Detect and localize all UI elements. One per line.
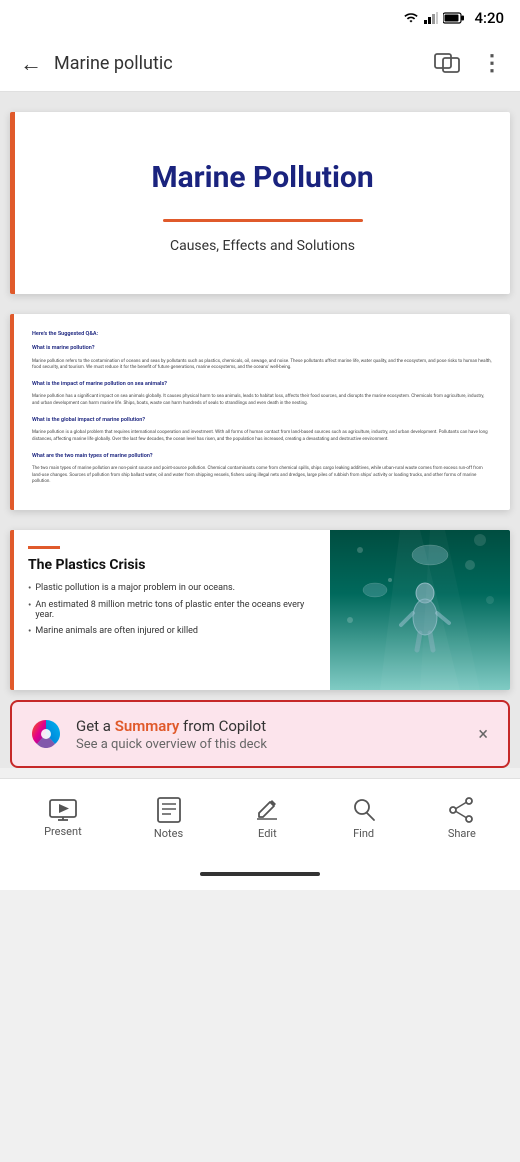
home-indicator xyxy=(0,858,520,890)
share-icon xyxy=(449,797,475,823)
slide-3-image xyxy=(330,530,510,690)
bullet-dot-1: • xyxy=(28,583,31,594)
status-bar: 4:20 xyxy=(0,0,520,36)
slide-2-a2: Marine pollution has a significant impac… xyxy=(32,394,492,408)
notes-icon xyxy=(157,797,181,823)
bullet-dot-3: • xyxy=(28,626,31,637)
bottom-nav-edit-label: Edit xyxy=(258,827,277,840)
bottom-nav-edit[interactable]: Edit xyxy=(243,789,291,848)
slide-2-q3: What is the global impact of marine poll… xyxy=(32,416,492,424)
slide-1-divider xyxy=(163,219,363,222)
more-options-button[interactable]: ⋮ xyxy=(473,43,512,84)
present-icon xyxy=(49,799,77,821)
bottom-nav-find[interactable]: Find xyxy=(340,789,388,848)
slide-3-title: The Plastics Crisis xyxy=(28,557,316,573)
copilot-headline-part1: Get a xyxy=(76,717,115,735)
bottom-nav-present-label: Present xyxy=(44,825,82,838)
copilot-banner[interactable]: Get a Summary from Copilot See a quick o… xyxy=(10,700,510,768)
slide-3: The Plastics Crisis • Plastic pollution … xyxy=(10,530,510,690)
slide-3-bullet-1-text: Plastic pollution is a major problem in … xyxy=(35,583,235,594)
slide-2-wrapper: Here's the Suggested Q&A: What is marine… xyxy=(0,314,520,530)
slide-2-a4: The two main types of marine pollution a… xyxy=(32,466,492,486)
edit-icon xyxy=(255,797,279,823)
slide-1: Marine Pollution Causes, Effects and Sol… xyxy=(10,112,510,294)
bottom-nav-notes[interactable]: Notes xyxy=(142,789,195,848)
document-title: Marine pollutic xyxy=(54,53,425,74)
copilot-headline-part3: from Copilot xyxy=(179,717,266,735)
slide-1-wrapper: Marine Pollution Causes, Effects and Sol… xyxy=(0,92,520,314)
slide-2-q2: What is the impact of marine pollution o… xyxy=(32,380,492,388)
header-actions: ⋮ xyxy=(425,42,512,86)
signal-icon xyxy=(424,12,438,24)
slide-2-a1: Marine pollution refers to the contamina… xyxy=(32,359,492,373)
slide-2-q4: What are the two main types of marine po… xyxy=(32,452,492,460)
slide-3-left: The Plastics Crisis • Plastic pollution … xyxy=(14,530,330,690)
overlap-icon xyxy=(433,50,461,74)
slide-1-subtitle: Causes, Effects and Solutions xyxy=(47,238,478,254)
find-icon xyxy=(352,797,376,823)
slide-3-bullet-2: • An estimated 8 million metric tons of … xyxy=(28,600,316,620)
status-time: 4:20 xyxy=(474,9,504,27)
copilot-subtext: See a quick overview of this deck xyxy=(76,737,462,752)
battery-icon xyxy=(443,12,465,24)
slide-3-accent xyxy=(28,546,60,549)
status-icons: 4:20 xyxy=(403,9,504,27)
copilot-headline: Get a Summary from Copilot xyxy=(76,717,462,735)
slide-3-bullet-1: • Plastic pollution is a major problem i… xyxy=(28,583,316,594)
bottom-nav-find-label: Find xyxy=(353,827,374,840)
copilot-icon xyxy=(28,716,64,752)
bottom-nav-share[interactable]: Share xyxy=(436,789,488,848)
slide-3-bullet-3-text: Marine animals are often injured or kill… xyxy=(35,626,198,637)
slide-3-wrapper: The Plastics Crisis • Plastic pollution … xyxy=(0,530,520,690)
slide-2-line-1: Here's the Suggested Q&A: xyxy=(32,330,492,338)
slide-2-q1: What is marine pollution? xyxy=(32,344,492,352)
bottom-nav: Present Notes Edit Find xyxy=(0,778,520,858)
overlap-icon-button[interactable] xyxy=(425,42,469,86)
back-button[interactable]: ← xyxy=(12,43,50,85)
bottom-nav-notes-label: Notes xyxy=(154,827,183,840)
home-bar xyxy=(200,872,320,876)
content-area: Marine Pollution Causes, Effects and Sol… xyxy=(0,92,520,768)
slide-3-bullet-3: • Marine animals are often injured or ki… xyxy=(28,626,316,637)
slide-2-a3: Marine pollution is a global problem tha… xyxy=(32,430,492,444)
underwater-scene xyxy=(330,530,510,690)
bullet-dot-2: • xyxy=(28,600,31,620)
wifi-icon xyxy=(403,12,419,24)
bottom-nav-present[interactable]: Present xyxy=(32,791,94,846)
slide-1-title: Marine Pollution xyxy=(47,160,478,195)
header: ← Marine pollutic ⋮ xyxy=(0,36,520,92)
copilot-text: Get a Summary from Copilot See a quick o… xyxy=(76,717,462,752)
copilot-summary-word: Summary xyxy=(115,717,180,735)
copilot-close-button[interactable]: × xyxy=(474,720,492,749)
slide-3-bullet-2-text: An estimated 8 million metric tons of pl… xyxy=(35,600,316,620)
slide-2: Here's the Suggested Q&A: What is marine… xyxy=(10,314,510,510)
bottom-nav-share-label: Share xyxy=(448,827,476,840)
